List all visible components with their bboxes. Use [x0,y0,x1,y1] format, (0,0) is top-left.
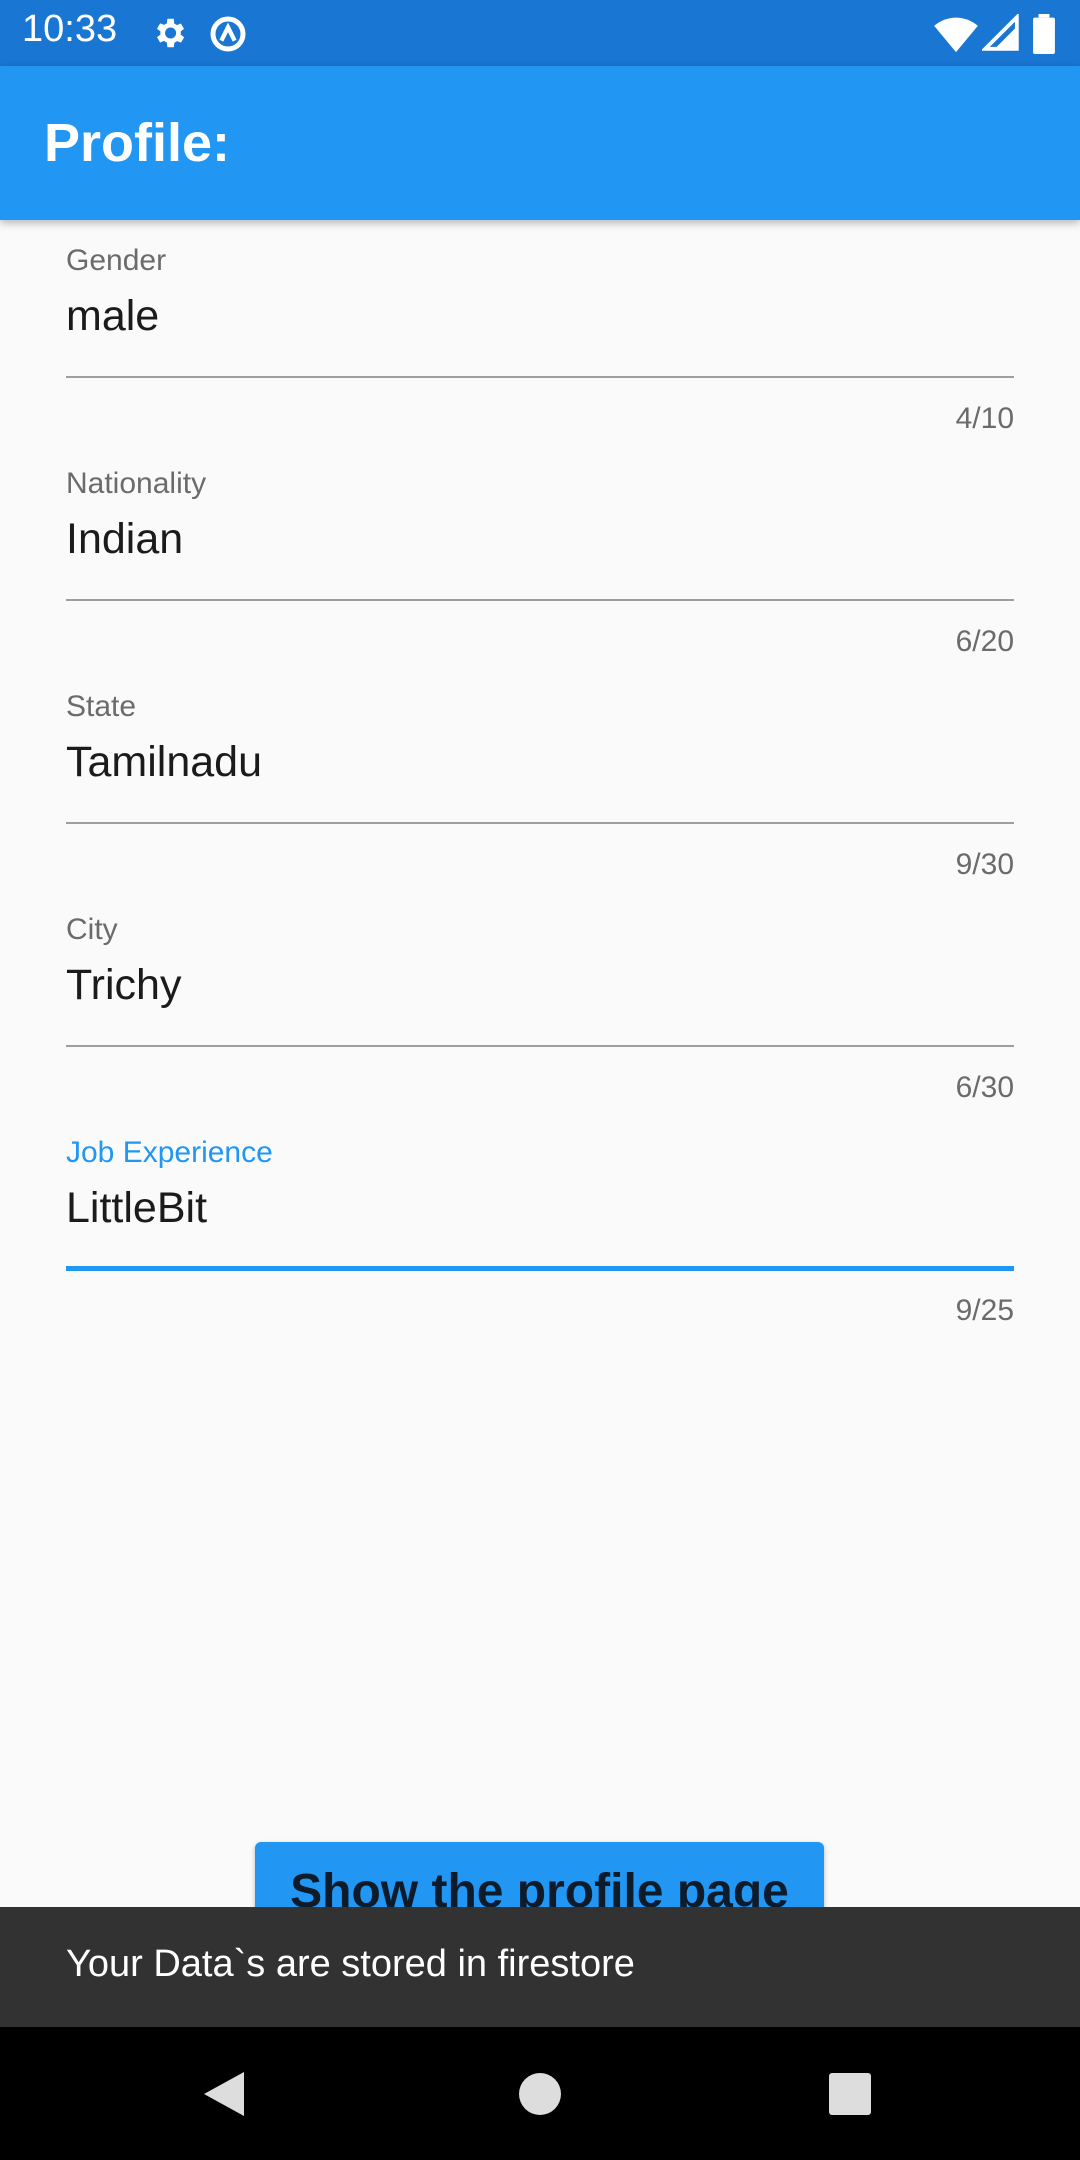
field-underline [66,599,1014,601]
snackbar-message: Your Data`s are stored in firestore [66,1943,635,1985]
home-icon[interactable] [518,2072,562,2121]
field-value[interactable]: Tamilnadu [66,738,262,787]
signal-icon [980,12,1020,57]
char-counter: 4/10 [955,402,1014,435]
snackbar: Your Data`s are stored in firestore [0,1907,1080,2027]
char-counter: 6/30 [955,1071,1014,1104]
city-field[interactable]: City Trichy 6/30 [66,889,1014,1104]
job-experience-field[interactable]: Job Experience LittleBit 9/25 [66,1112,1014,1327]
field-underline [66,822,1014,824]
battery-icon [1032,14,1056,59]
wifi-icon [934,14,978,59]
field-label: State [66,690,137,723]
char-counter: 6/20 [955,625,1014,658]
field-label: City [66,913,118,946]
nationality-field[interactable]: Nationality Indian 6/20 [66,443,1014,658]
system-nav-bar [0,2027,1080,2160]
profile-form: Gender male 4/10 Nationality Indian 6/20… [0,220,1080,1907]
char-counter: 9/30 [955,848,1014,881]
field-value[interactable]: Indian [66,515,183,564]
field-value[interactable]: LittleBit [66,1184,207,1233]
recents-icon[interactable] [829,2073,871,2120]
field-value[interactable]: male [66,292,159,341]
field-underline [66,1266,1014,1271]
field-label: Job Experience [66,1136,273,1169]
app-bar: Profile: [0,66,1080,220]
gear-icon [150,14,188,57]
char-counter: 9/25 [955,1294,1014,1327]
status-bar: 10:33 [0,0,1080,66]
field-underline [66,1045,1014,1047]
field-value[interactable]: Trichy [66,961,181,1010]
circle-a-icon [208,14,248,59]
page-title: Profile: [44,113,231,173]
state-field[interactable]: State Tamilnadu 9/30 [66,666,1014,881]
gender-field[interactable]: Gender male 4/10 [66,220,1014,435]
field-label: Gender [66,244,167,277]
show-profile-button[interactable]: Show the profile page [255,1842,824,1907]
back-icon[interactable] [202,2070,246,2123]
field-label: Nationality [66,467,207,500]
field-underline [66,376,1014,378]
status-time: 10:33 [22,8,118,50]
